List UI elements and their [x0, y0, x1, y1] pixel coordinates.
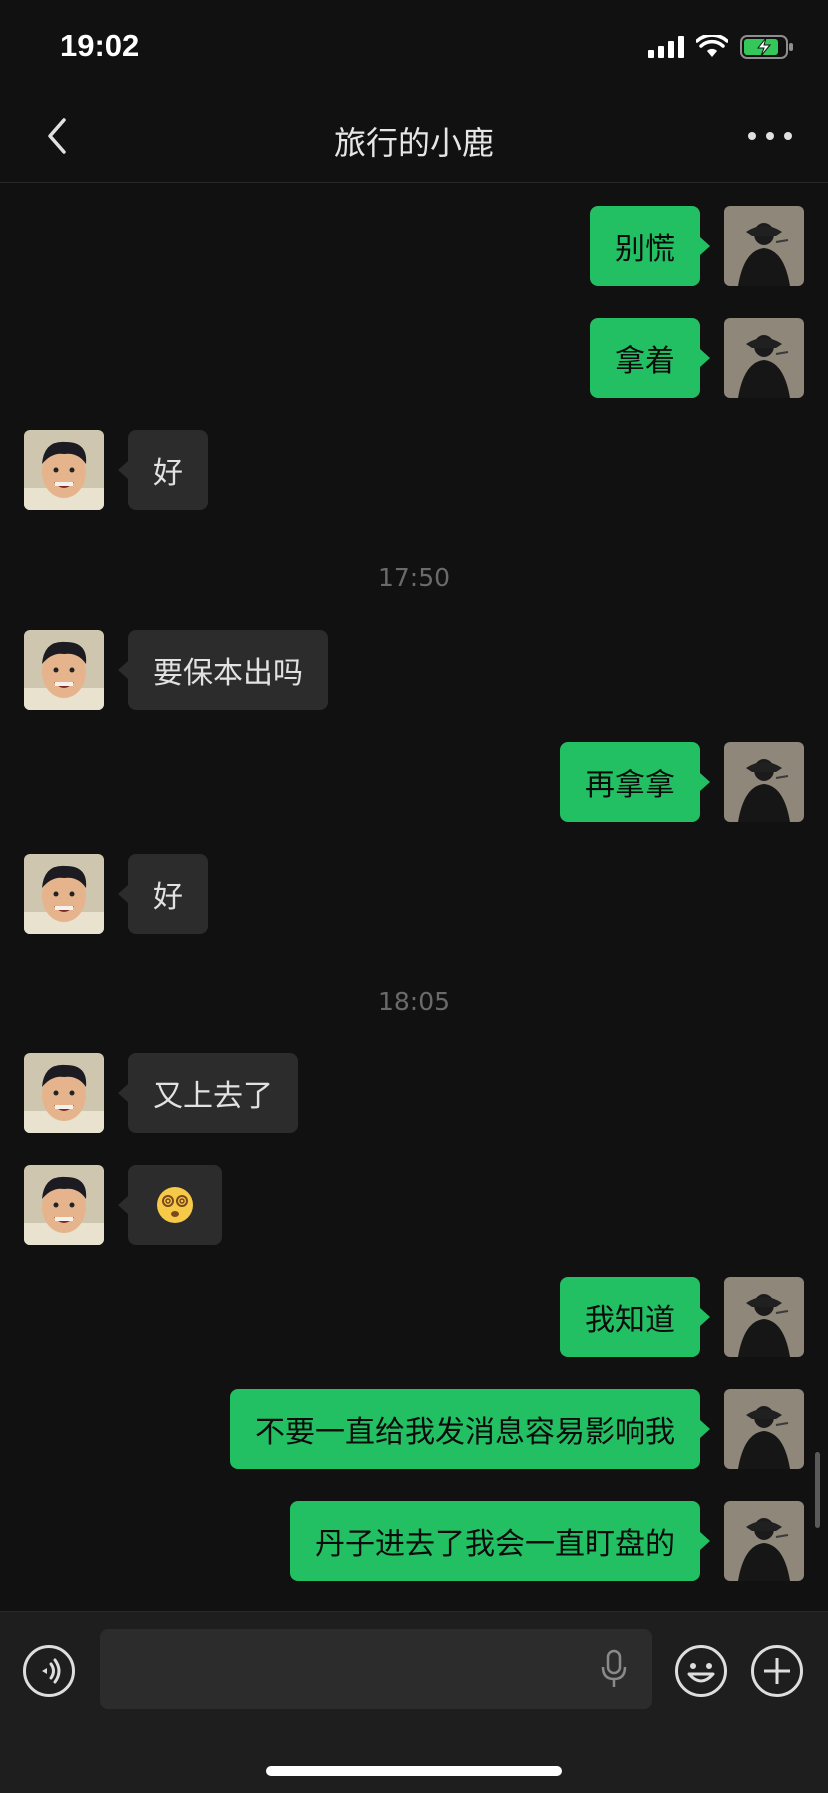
message-row: 不要一直给我发消息容易影响我	[0, 1389, 828, 1469]
message-text: 别慌	[615, 232, 675, 267]
microphone-icon[interactable]	[600, 1649, 628, 1689]
contact-avatar[interactable]	[24, 430, 104, 510]
message-bubble[interactable]: 再拿拿	[560, 742, 700, 822]
message-bubble[interactable]: 别慌	[590, 206, 700, 286]
message-text: 好	[153, 456, 183, 491]
home-indicator[interactable]	[266, 1766, 562, 1776]
message-row: 好	[0, 430, 828, 510]
more-button[interactable]	[742, 114, 798, 158]
message-bubble[interactable]: 又上去了	[128, 1053, 298, 1133]
status-icons	[648, 34, 794, 60]
voice-button[interactable]	[22, 1644, 76, 1698]
message-row: 要保本出吗	[0, 630, 828, 710]
contact-avatar[interactable]	[24, 630, 104, 710]
message-row: 丹子进去了我会一直盯盘的	[0, 1501, 828, 1581]
message-row: 拿着	[0, 318, 828, 398]
message-bubble[interactable]: 我知道	[560, 1277, 700, 1357]
message-row: 好	[0, 854, 828, 934]
signal-icon	[648, 36, 684, 58]
contact-avatar[interactable]	[24, 1165, 104, 1245]
my-avatar[interactable]	[724, 206, 804, 286]
my-avatar[interactable]	[724, 1501, 804, 1581]
message-row: 别慌	[0, 206, 828, 286]
my-avatar[interactable]	[724, 1277, 804, 1357]
emoji-button[interactable]	[674, 1644, 728, 1698]
my-avatar[interactable]	[724, 742, 804, 822]
message-text: 又上去了	[153, 1079, 273, 1114]
message-text: 拿着	[615, 344, 675, 379]
battery-icon	[740, 35, 793, 59]
message-text: 丹子进去了我会一直盯盘的	[315, 1527, 675, 1562]
contact-avatar[interactable]	[24, 854, 104, 934]
message-text: 我知道	[585, 1303, 675, 1338]
wifi-icon	[696, 35, 728, 57]
timestamp: 18:05	[377, 987, 451, 1016]
status-time: 19:02	[60, 28, 140, 63]
status-bar: 19:02	[0, 0, 828, 92]
message-bubble[interactable]	[128, 1165, 222, 1245]
message-bubble[interactable]: 好	[128, 430, 208, 510]
my-avatar[interactable]	[724, 318, 804, 398]
message-input[interactable]	[100, 1629, 652, 1709]
chat-area: 别慌 拿着 好 17:50 要保本出吗 再拿拿 好 18:05 又上去了 我知道…	[0, 183, 828, 1611]
message-row: 我知道	[0, 1277, 828, 1357]
message-bubble[interactable]: 好	[128, 854, 208, 934]
message-text: 要保本出吗	[153, 656, 303, 691]
timestamp: 17:50	[377, 563, 451, 592]
input-bar	[0, 1611, 828, 1793]
message-row: 再拿拿	[0, 742, 828, 822]
my-avatar[interactable]	[724, 1389, 804, 1469]
contact-avatar[interactable]	[24, 1053, 104, 1133]
message-row	[0, 1165, 828, 1245]
chat-title: 旅行的小鹿	[333, 124, 494, 162]
message-text: 好	[153, 880, 183, 915]
nav-bar: 旅行的小鹿	[0, 92, 828, 183]
message-bubble[interactable]: 不要一直给我发消息容易影响我	[230, 1389, 700, 1469]
message-text: 再拿拿	[585, 768, 675, 803]
message-bubble[interactable]: 丹子进去了我会一直盯盘的	[290, 1501, 700, 1581]
chat-scrollbar[interactable]	[815, 1452, 820, 1528]
add-button[interactable]	[750, 1644, 804, 1698]
message-text: 不要一直给我发消息容易影响我	[255, 1415, 675, 1450]
dizzy-face-emoji-icon	[157, 1187, 193, 1223]
message-bubble[interactable]: 要保本出吗	[128, 630, 328, 710]
message-row: 又上去了	[0, 1053, 828, 1133]
message-bubble[interactable]: 拿着	[590, 318, 700, 398]
